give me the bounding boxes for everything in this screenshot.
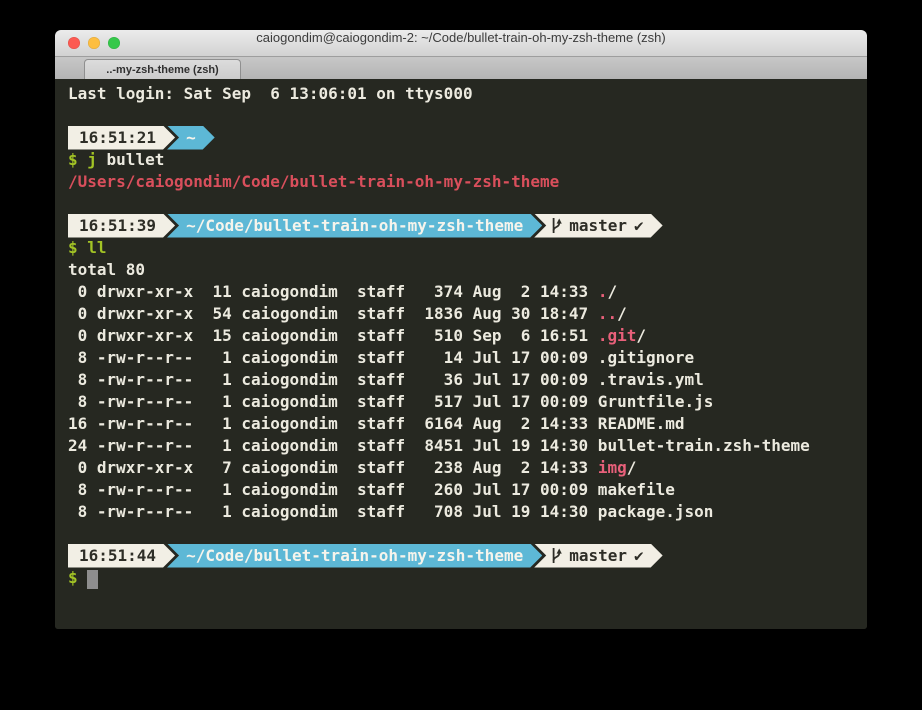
terminal-line: 0 drwxr-xr-x 11 caiogondim staff 374 Aug… [68,281,867,303]
terminal-line: total 80 [68,259,867,281]
prompt-time-segment: 16:51:44 [68,544,175,568]
terminal-line: 0 drwxr-xr-x 54 caiogondim staff 1836 Au… [68,303,867,325]
prompt-git-segment: master ✔ [534,544,662,568]
prompt-directory-segment: ~/Code/bullet-train-oh-my-zsh-theme [167,214,542,238]
terminal-text: $ ll [68,238,107,257]
terminal-text: / [617,304,627,323]
terminal-line: 8 -rw-r--r-- 1 caiogondim staff 517 Jul … [68,391,867,413]
terminal-text: 8 -rw-r--r-- 1 caiogondim staff 517 Jul … [68,392,713,411]
terminal-line: $ [68,567,867,589]
terminal-body[interactable]: Last login: Sat Sep 6 13:06:01 on ttys00… [55,79,867,629]
terminal-line: 16 -rw-r--r-- 1 caiogondim staff 6164 Au… [68,413,867,435]
git-branch-name: master [569,216,627,235]
terminal-text: 0 drwxr-xr-x 7 caiogondim staff 238 Aug … [68,458,598,477]
terminal-text: .. [598,304,617,323]
terminal-line: $ j bullet [68,149,867,171]
terminal-text: / [627,458,637,477]
git-clean-icon: ✔ [634,546,644,565]
prompt-line: 16:51:39~/Code/bullet-train-oh-my-zsh-th… [68,215,867,237]
prompt-line: 16:51:44~/Code/bullet-train-oh-my-zsh-th… [68,545,867,567]
terminal-text: 24 -rw-r--r-- 1 caiogondim staff 8451 Ju… [68,436,810,455]
terminal-text: $ [68,568,87,587]
terminal-text: bullet [97,150,164,169]
terminal-text: 8 -rw-r--r-- 1 caiogondim staff 260 Jul … [68,480,675,499]
terminal-text: img [598,458,627,477]
terminal-text: /Users/caiogondim/Code/bullet-train-oh-m… [68,172,559,191]
terminal-line: $ ll [68,237,867,259]
git-branch-name: master [569,546,627,565]
prompt-line: 16:51:21~ [68,127,867,149]
prompt-time-segment: 16:51:21 [68,126,175,150]
terminal-text: $ j [68,150,97,169]
window-titlebar[interactable]: caiogondim@caiogondim-2: ~/Code/bullet-t… [55,30,867,57]
terminal-line: 8 -rw-r--r-- 1 caiogondim staff 708 Jul … [68,501,867,523]
terminal-window: caiogondim@caiogondim-2: ~/Code/bullet-t… [55,30,867,629]
terminal-text: 8 -rw-r--r-- 1 caiogondim staff 708 Jul … [68,502,713,521]
terminal-text: 8 -rw-r--r-- 1 caiogondim staff 36 Jul 1… [68,370,704,389]
prompt-directory-segment: ~/Code/bullet-train-oh-my-zsh-theme [167,544,542,568]
terminal-line: /Users/caiogondim/Code/bullet-train-oh-m… [68,171,867,193]
terminal-blank-line [68,105,867,127]
terminal-text: / [607,282,617,301]
terminal-blank-line [68,193,867,215]
terminal-text: 0 drwxr-xr-x 54 caiogondim staff 1836 Au… [68,304,598,323]
git-branch-icon [551,547,562,564]
terminal-text: total 80 [68,260,145,279]
git-branch-icon [551,217,562,234]
tab-bar: ..-my-zsh-theme (zsh) [55,57,867,79]
terminal-text: . [598,282,608,301]
terminal-text: 16 -rw-r--r-- 1 caiogondim staff 6164 Au… [68,414,685,433]
terminal-line: 24 -rw-r--r-- 1 caiogondim staff 8451 Ju… [68,435,867,457]
prompt-time-segment: 16:51:39 [68,214,175,238]
terminal-cursor [87,570,98,589]
terminal-blank-line [68,523,867,545]
terminal-line: 8 -rw-r--r-- 1 caiogondim staff 36 Jul 1… [68,369,867,391]
prompt-git-segment: master ✔ [534,214,662,238]
terminal-line: Last login: Sat Sep 6 13:06:01 on ttys00… [68,83,867,105]
terminal-line: 8 -rw-r--r-- 1 caiogondim staff 260 Jul … [68,479,867,501]
terminal-text: Last login: Sat Sep 6 13:06:01 on ttys00… [68,84,473,103]
tab-zsh-session[interactable]: ..-my-zsh-theme (zsh) [84,59,241,79]
terminal-line: 0 drwxr-xr-x 7 caiogondim staff 238 Aug … [68,457,867,479]
terminal-text: .git [598,326,637,345]
terminal-text: 0 drwxr-xr-x 15 caiogondim staff 510 Sep… [68,326,598,345]
terminal-line: 8 -rw-r--r-- 1 caiogondim staff 14 Jul 1… [68,347,867,369]
terminal-line: 0 drwxr-xr-x 15 caiogondim staff 510 Sep… [68,325,867,347]
terminal-text: 0 drwxr-xr-x 11 caiogondim staff 374 Aug… [68,282,598,301]
terminal-text: / [636,326,646,345]
git-clean-icon: ✔ [634,216,644,235]
terminal-text: 8 -rw-r--r-- 1 caiogondim staff 14 Jul 1… [68,348,694,367]
window-title: caiogondim@caiogondim-2: ~/Code/bullet-t… [55,30,867,56]
